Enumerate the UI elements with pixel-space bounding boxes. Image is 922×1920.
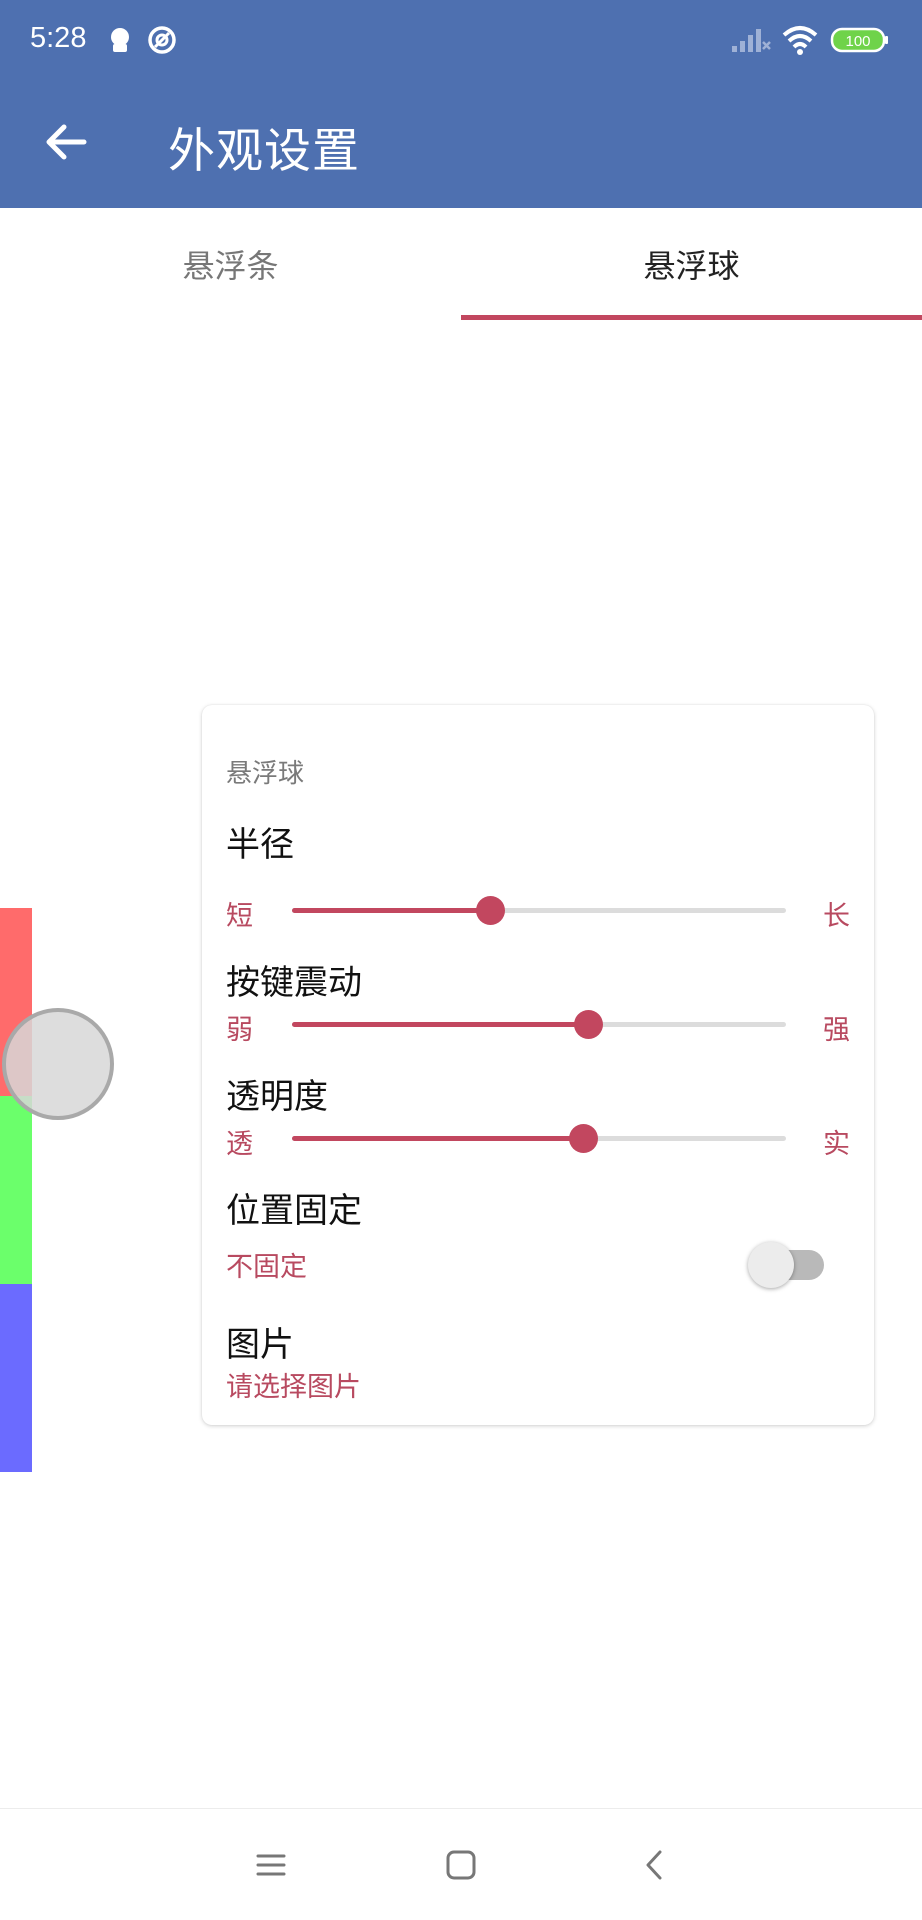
tab-bar: 悬浮条 悬浮球	[0, 208, 922, 320]
status-bar: 5:28 100	[0, 0, 922, 82]
tab-indicator	[461, 315, 922, 320]
menu-button[interactable]	[243, 1837, 299, 1893]
menu-icon	[256, 1854, 286, 1876]
system-nav-bar	[0, 1808, 922, 1920]
battery-icon: 100	[830, 24, 890, 56]
app-bar: 外观设置	[0, 82, 922, 208]
back-icon	[646, 1850, 662, 1880]
toggle-thumb	[748, 1242, 794, 1288]
opacity-slider-fill	[292, 1136, 584, 1141]
tab-floating-bar[interactable]: 悬浮条	[0, 208, 461, 320]
vibration-slider-thumb[interactable]	[574, 1010, 604, 1039]
color-bar-blue	[0, 1284, 32, 1472]
home-icon	[446, 1850, 476, 1880]
radius-slider-fill	[292, 908, 490, 913]
color-bar-green	[0, 1096, 32, 1284]
opacity-slider[interactable]	[292, 1124, 786, 1153]
wifi-icon	[780, 24, 820, 56]
vibration-label: 按键震动	[226, 963, 362, 1003]
card-header: 悬浮球	[226, 759, 305, 789]
opacity-max-label: 实	[823, 1129, 850, 1160]
position-fixed-toggle[interactable]	[748, 1240, 828, 1290]
opacity-slider-row: 透 实	[226, 1118, 850, 1160]
image-label: 图片	[226, 1325, 294, 1365]
radius-slider-thumb[interactable]	[475, 896, 505, 925]
vibration-slider-row: 弱 强	[226, 1004, 850, 1046]
vibration-max-label: 强	[823, 1015, 850, 1046]
floating-ball-preview[interactable]	[2, 1008, 114, 1120]
settings-card: 悬浮球 半径 短 长 按键震动 弱 强 透明度 透 实 位置固定 不固定 图片 …	[202, 705, 874, 1425]
radius-max-label: 长	[823, 901, 850, 932]
image-picker-link[interactable]: 请选择图片	[226, 1365, 361, 1404]
radius-min-label: 短	[226, 901, 253, 932]
position-fixed-label: 位置固定	[226, 1191, 362, 1231]
home-button[interactable]	[433, 1837, 489, 1893]
status-time: 5:28	[30, 22, 87, 54]
notification-icon	[104, 24, 136, 56]
vibration-min-label: 弱	[226, 1015, 253, 1046]
signal-icon	[730, 24, 772, 56]
opacity-slider-thumb[interactable]	[569, 1124, 599, 1153]
arrow-left-icon	[46, 124, 87, 160]
radius-slider-row: 短 长	[226, 890, 850, 932]
page-title: 外观设置	[168, 124, 360, 179]
position-fixed-status: 不固定	[226, 1252, 307, 1283]
vibration-slider-fill	[292, 1022, 589, 1027]
tab-floating-ball[interactable]: 悬浮球	[461, 208, 922, 320]
vibration-slider[interactable]	[292, 1010, 786, 1039]
back-button[interactable]	[36, 112, 96, 172]
opacity-min-label: 透	[226, 1129, 253, 1160]
radius-label: 半径	[226, 825, 294, 865]
sync-icon	[146, 24, 178, 56]
radius-slider[interactable]	[292, 896, 786, 925]
battery-level: 100	[845, 33, 870, 50]
nav-back-button[interactable]	[628, 1837, 684, 1893]
opacity-label: 透明度	[226, 1077, 328, 1117]
